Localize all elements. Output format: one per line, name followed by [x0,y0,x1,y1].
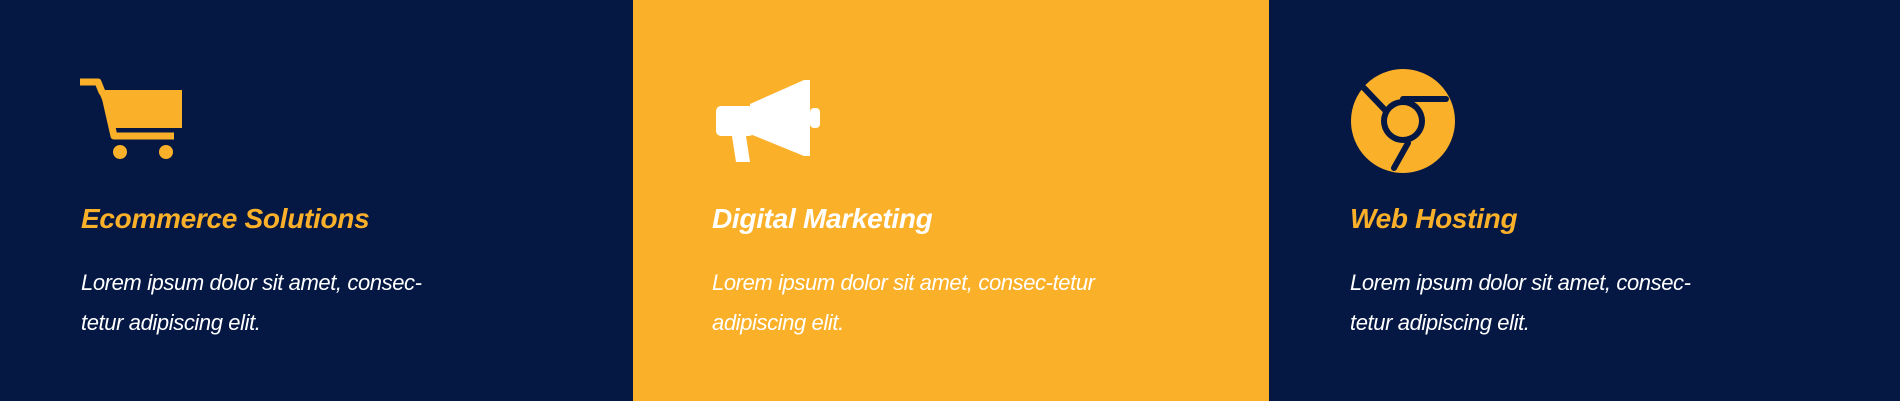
description-line: Lorem ipsum dolor sit amet, consec- [1350,270,1691,295]
megaphone-icon [712,76,822,166]
description-line: tetur adipiscing elit. [81,310,261,335]
description-line: adipiscing elit. [712,310,844,335]
service-description: Lorem ipsum dolor sit amet, consec- tetu… [81,263,422,343]
description-line: Lorem ipsum dolor sit amet, consec- [81,270,422,295]
description-line: tetur adipiscing elit. [1350,310,1530,335]
services-section: Ecommerce Solutions Lorem ipsum dolor si… [0,0,1900,401]
service-title: Ecommerce Solutions [81,203,370,234]
service-card-digital-marketing: Digital Marketing Lorem ipsum dolor sit … [633,0,1269,401]
service-title: Digital Marketing [712,203,933,234]
service-description: Lorem ipsum dolor sit amet, consec-tetur… [712,263,1095,343]
service-title: Web Hosting [1350,203,1518,234]
service-description: Lorem ipsum dolor sit amet, consec- tetu… [1350,263,1691,343]
description-line: Lorem ipsum dolor sit amet, consec-tetur [712,270,1095,295]
service-card-ecommerce: Ecommerce Solutions Lorem ipsum dolor si… [0,0,633,401]
shopping-cart-icon [80,78,190,168]
service-card-web-hosting: Web Hosting Lorem ipsum dolor sit amet, … [1269,0,1900,401]
chrome-icon [1350,68,1456,174]
